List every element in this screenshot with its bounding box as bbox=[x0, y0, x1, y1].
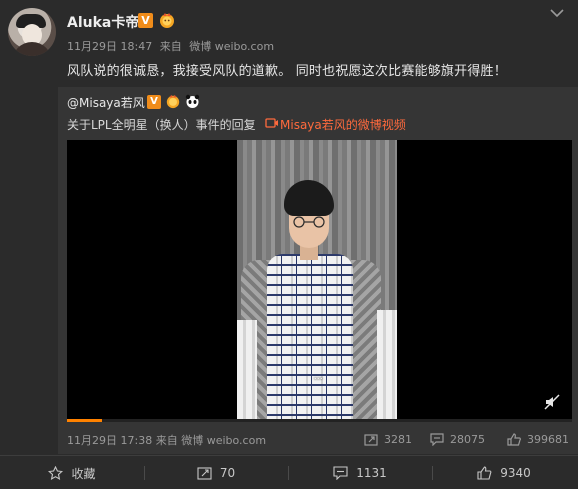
post-source[interactable]: 微博 weibo.com bbox=[189, 40, 274, 53]
footer-like-count: 9340 bbox=[500, 466, 531, 480]
video-frame: … bbox=[237, 140, 397, 422]
panda-icon[interactable] bbox=[185, 94, 200, 109]
video-link[interactable]: Misaya若风的微博视频 bbox=[280, 116, 406, 133]
avatar[interactable] bbox=[8, 8, 56, 56]
repost-block: @Misaya若风 V 关于LPL全明星（换人）事件的回复 Misaya若风的微… bbox=[58, 87, 578, 454]
repost-meta: 11月29日 17:38 来自 微博 weibo.com bbox=[67, 432, 266, 448]
sun-badge-icon[interactable] bbox=[165, 94, 181, 109]
weibo-post-card: Aluka卡帝 V 11月29日 18:47 来自 微博 weibo.com 风… bbox=[0, 0, 578, 489]
post-meta: 11月29日 18:47 来自 微博 weibo.com bbox=[67, 38, 278, 54]
repost-icon bbox=[197, 467, 212, 480]
username[interactable]: Aluka卡帝 bbox=[67, 12, 139, 32]
post-date[interactable]: 11月29日 18:47 bbox=[67, 40, 152, 53]
sleeve-right bbox=[377, 310, 397, 422]
footer-comment-count: 1131 bbox=[356, 466, 387, 480]
repost-source[interactable]: 微博 weibo.com bbox=[181, 434, 266, 447]
favorite-button[interactable]: 收藏 bbox=[0, 456, 144, 489]
post-action-bar: 收藏 70 1131 9340 bbox=[0, 455, 578, 489]
post-source-prefix: 来自 bbox=[159, 40, 182, 53]
verified-icon[interactable]: V bbox=[147, 95, 161, 109]
comment-button[interactable]: 1131 bbox=[288, 456, 432, 489]
glasses bbox=[293, 216, 325, 228]
person-hair bbox=[284, 180, 334, 216]
like-icon bbox=[477, 466, 492, 480]
mute-icon[interactable] bbox=[544, 394, 560, 410]
video-subtitle: … bbox=[313, 372, 323, 382]
repost-stat-likes[interactable]: 399681 bbox=[507, 431, 569, 447]
post-text: 风队说的很诚恳，我接受风队的道歉。 同时也祝愿这次比赛能够旗开得胜！ bbox=[67, 64, 507, 79]
repost-icon bbox=[364, 433, 378, 446]
like-icon bbox=[507, 432, 521, 446]
camera-icon bbox=[265, 118, 278, 128]
repost-source-prefix: 来自 bbox=[155, 434, 178, 447]
sleeve-left bbox=[237, 320, 257, 422]
sun-badge-icon[interactable] bbox=[158, 12, 176, 29]
video-progress-bar[interactable] bbox=[67, 419, 572, 422]
repost-stat-reposts[interactable]: 3281 bbox=[364, 431, 412, 447]
like-count: 399681 bbox=[527, 432, 569, 446]
video-progress-fill bbox=[67, 419, 103, 422]
chevron-down-icon[interactable] bbox=[550, 8, 564, 18]
repost-title: 关于LPL全明星（换人）事件的回复 bbox=[67, 118, 256, 132]
shirt bbox=[267, 254, 353, 422]
comment-icon bbox=[333, 466, 348, 480]
repost-count: 3281 bbox=[384, 432, 412, 446]
avatar-body bbox=[12, 42, 52, 56]
video-player[interactable]: … bbox=[67, 140, 572, 422]
verified-icon[interactable]: V bbox=[138, 13, 153, 28]
favorite-label: 收藏 bbox=[71, 466, 96, 481]
repost-footer: 11月29日 17:38 来自 微博 weibo.com 3281 28075 bbox=[67, 430, 572, 448]
repost-stat-comments[interactable]: 28075 bbox=[430, 431, 485, 447]
repost-date[interactable]: 11月29日 17:38 bbox=[67, 434, 152, 447]
footer-repost-count: 70 bbox=[219, 466, 236, 480]
repost-username[interactable]: @Misaya若风 bbox=[67, 94, 145, 111]
comment-count: 28075 bbox=[450, 432, 485, 446]
star-icon bbox=[48, 466, 64, 480]
like-button[interactable]: 9340 bbox=[432, 456, 576, 489]
repost-button[interactable]: 70 bbox=[144, 456, 288, 489]
comment-icon bbox=[430, 432, 444, 446]
